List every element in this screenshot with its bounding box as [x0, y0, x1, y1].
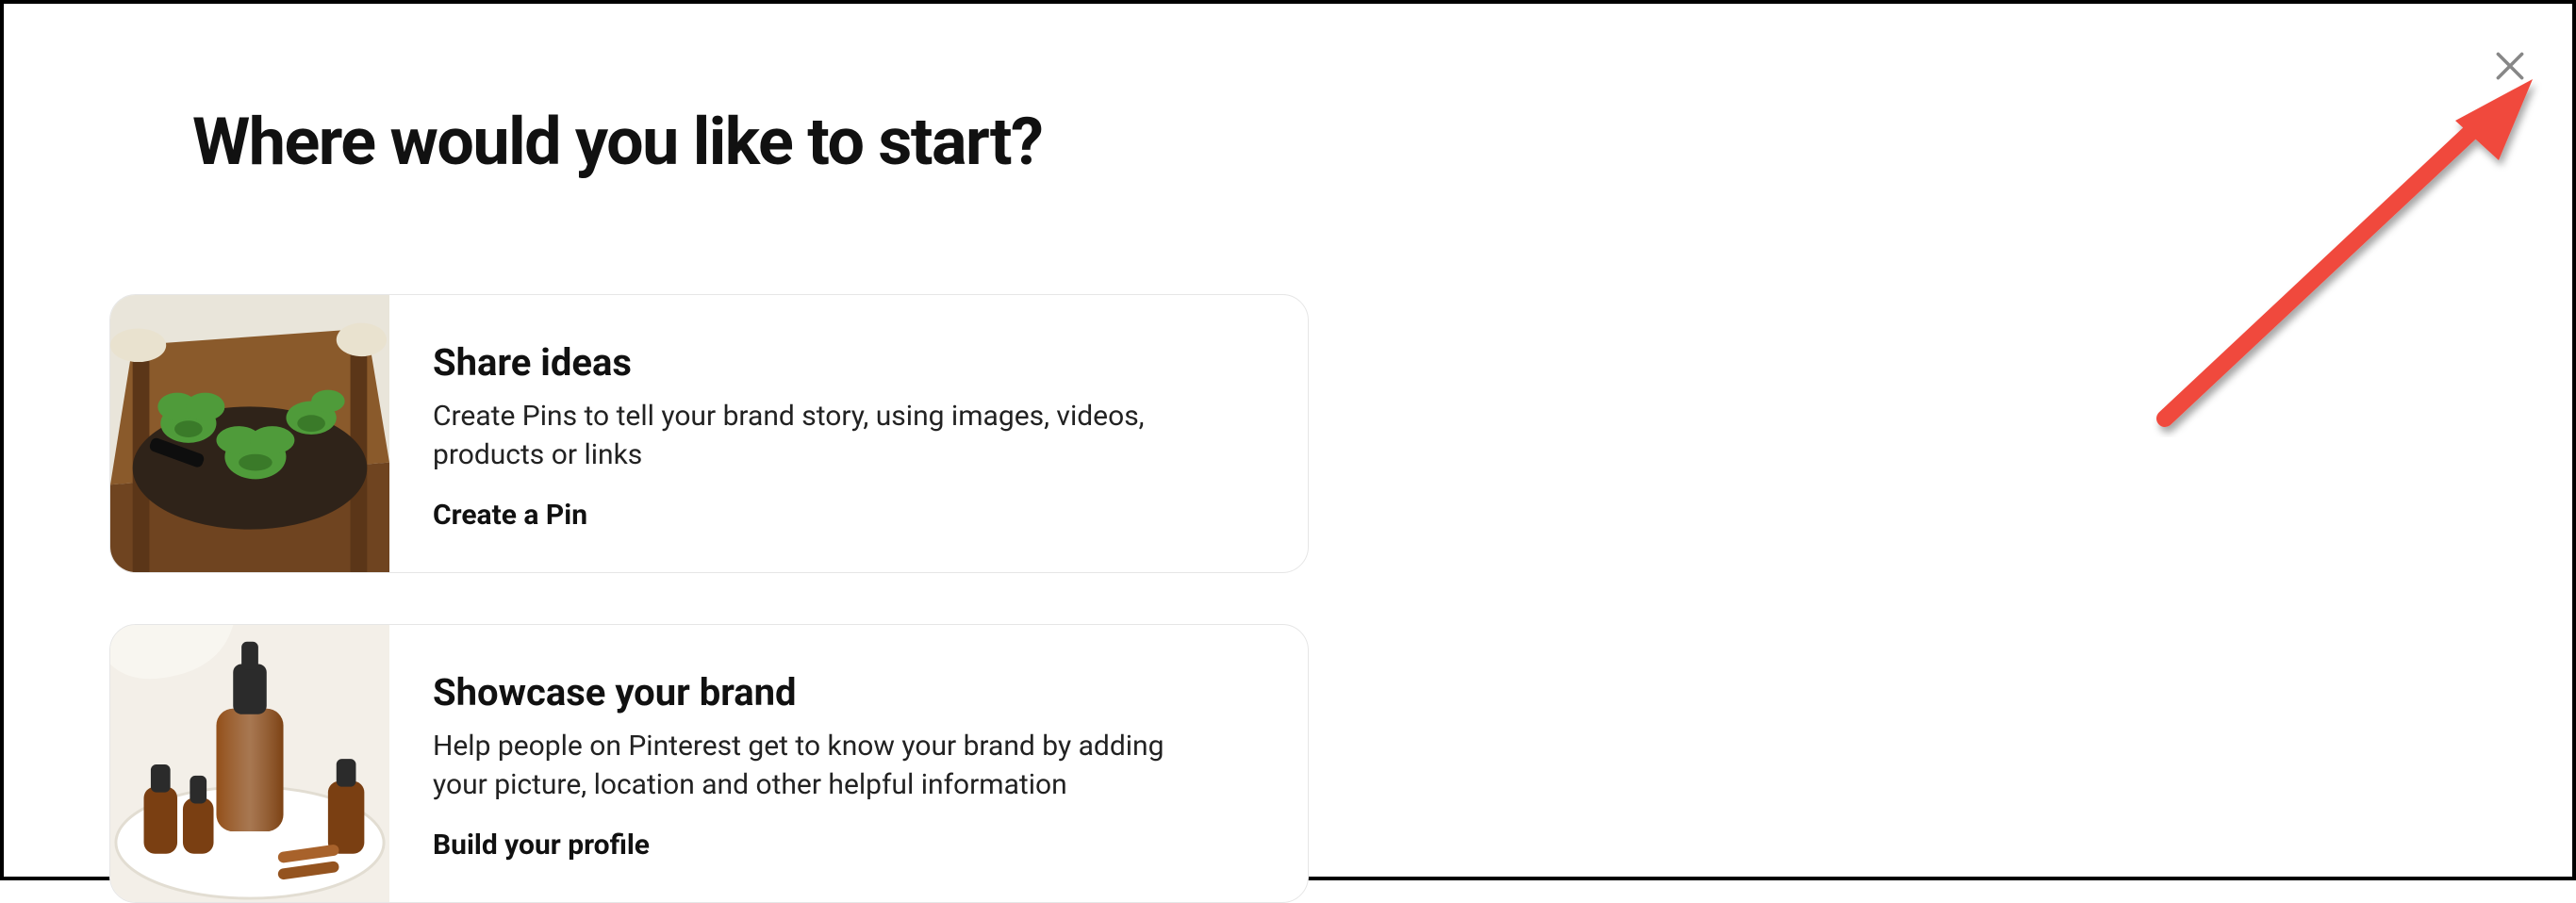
close-icon: [2493, 49, 2527, 83]
card-title: Share ideas: [433, 340, 1264, 385]
card-thumbnail: [110, 295, 389, 573]
card-body: Share ideas Create Pins to tell your bra…: [389, 295, 1308, 572]
card-description: Help people on Pinterest get to know you…: [433, 728, 1225, 804]
card-thumbnail: [110, 625, 389, 903]
option-cards: Share ideas Create Pins to tell your bra…: [109, 294, 1309, 903]
card-showcase-brand[interactable]: Showcase your brand Help people on Pinte…: [109, 624, 1309, 903]
modal-content: Where would you like to start?: [4, 4, 2572, 903]
card-cta: Build your profile: [433, 829, 1264, 862]
card-description: Create Pins to tell your brand story, us…: [433, 398, 1225, 474]
card-cta: Create a Pin: [433, 499, 1264, 532]
card-body: Showcase your brand Help people on Pinte…: [389, 625, 1308, 902]
onboarding-modal: Where would you like to start?: [0, 0, 2576, 880]
card-share-ideas[interactable]: Share ideas Create Pins to tell your bra…: [109, 294, 1309, 573]
card-title: Showcase your brand: [433, 670, 1264, 714]
close-button[interactable]: [2489, 45, 2531, 87]
modal-title: Where would you like to start?: [192, 104, 2572, 181]
